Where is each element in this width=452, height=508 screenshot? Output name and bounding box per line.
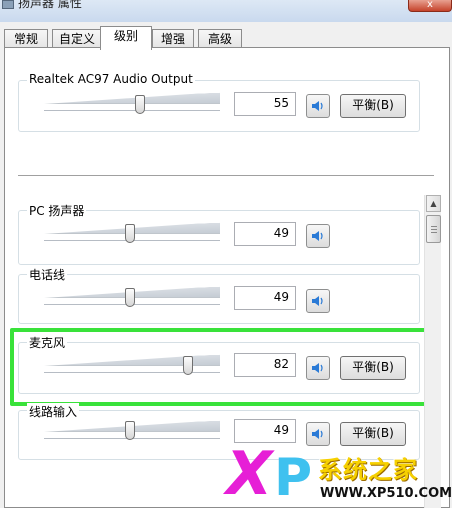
window-title: 扬声器 属性 (18, 0, 82, 10)
speaker-icon (312, 296, 323, 306)
tab-general[interactable]: 常规 (4, 29, 48, 49)
mute-button[interactable] (306, 289, 330, 313)
volume-slider-thumb[interactable] (125, 288, 135, 307)
watermark-logo-x: X (226, 439, 273, 508)
watermark-logo-p: P (274, 448, 313, 508)
volume-slider-thumb[interactable] (183, 356, 193, 375)
channel-label: 麦克风 (27, 334, 68, 351)
close-icon: x (427, 0, 433, 10)
channel-label: Realtek AC97 Audio Output (27, 72, 195, 86)
window-title-bar: 扬声器 属性 x (0, 0, 452, 22)
scrollbar-thumb[interactable] (426, 215, 441, 243)
channel-label: 电话线 (27, 266, 68, 283)
watermark-site-name: 系统之家 (318, 456, 418, 484)
mute-button[interactable] (306, 422, 330, 446)
mute-button[interactable] (306, 94, 330, 118)
channel-group-phone-line: 电话线 (18, 266, 420, 324)
mute-button[interactable] (306, 356, 330, 380)
volume-value-field[interactable]: 82 (234, 353, 296, 377)
balance-button[interactable]: 平衡(B) (340, 356, 406, 380)
slider-baseline (44, 372, 220, 373)
section-divider (18, 175, 434, 176)
balance-button[interactable]: 平衡(B) (340, 94, 406, 118)
tab-custom[interactable]: 自定义 (52, 29, 102, 49)
channel-label: 线路输入 (27, 403, 80, 420)
mute-button[interactable] (306, 224, 330, 248)
channel-label: PC 扬声器 (27, 202, 87, 219)
balance-button[interactable]: 平衡(B) (340, 422, 406, 446)
volume-value-field[interactable]: 49 (234, 222, 296, 246)
speaker-icon (312, 429, 323, 439)
speaker-app-icon (2, 0, 14, 9)
tab-levels[interactable]: 级别 (100, 26, 152, 50)
speaker-icon (312, 101, 323, 111)
volume-value-field[interactable]: 49 (234, 286, 296, 310)
speaker-icon (312, 363, 323, 373)
scroll-up-arrow-icon[interactable]: ▲ (426, 195, 441, 212)
tab-advanced[interactable]: 高级 (198, 29, 242, 49)
volume-slider-thumb[interactable] (135, 95, 145, 114)
watermark-url: WWW.XP510.COM (320, 486, 452, 501)
channel-group-pc-speaker: PC 扬声器 (18, 202, 420, 265)
slider-baseline (44, 110, 220, 111)
close-button[interactable]: x (408, 0, 452, 12)
volume-slider-thumb[interactable] (125, 421, 135, 440)
tab-enhancements[interactable]: 增强 (152, 29, 194, 49)
volume-value-field[interactable]: 55 (234, 92, 296, 116)
volume-slider-thumb[interactable] (125, 224, 135, 243)
site-watermark: X P 系统之家 WWW.XP510.COM (222, 439, 452, 508)
speaker-icon (312, 231, 323, 241)
